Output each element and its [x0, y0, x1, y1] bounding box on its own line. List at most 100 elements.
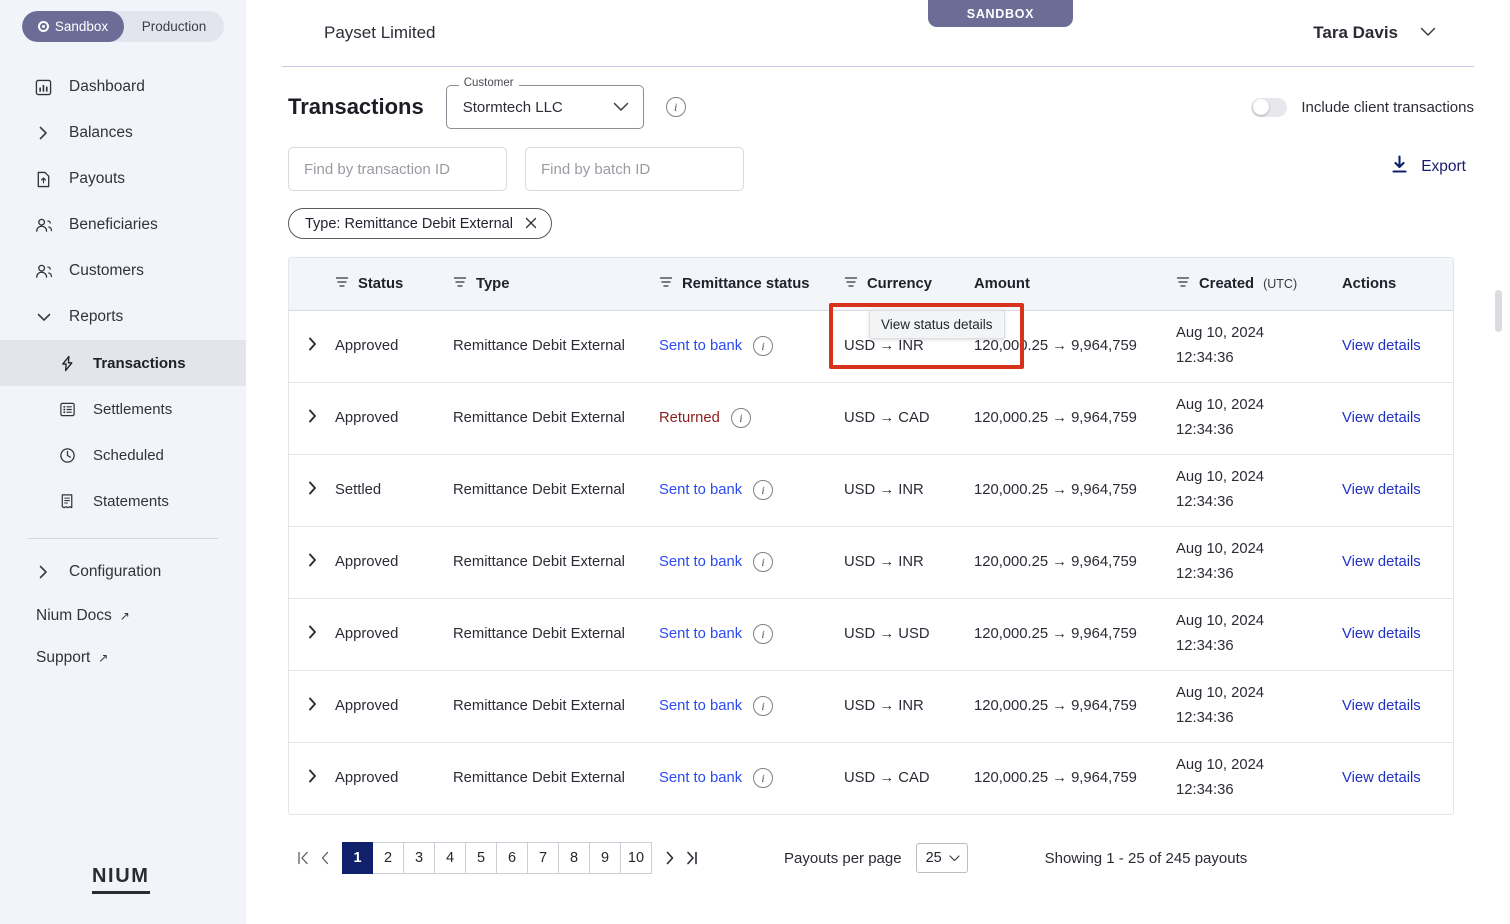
remittance-status-value[interactable]: Sent to bank	[659, 626, 742, 642]
sidebar-item-scheduled[interactable]: Scheduled	[0, 432, 246, 478]
user-menu[interactable]: Tara Davis	[1313, 23, 1436, 43]
view-details-link[interactable]: View details	[1342, 410, 1421, 426]
remittance-status-value[interactable]: Returned	[659, 410, 720, 426]
row-expand-cell[interactable]	[289, 526, 335, 599]
customer-select[interactable]: Stormtech LLC	[445, 85, 644, 129]
remittance-status-value[interactable]: Sent to bank	[659, 770, 742, 786]
prev-page-icon[interactable]	[314, 842, 336, 874]
chevron-right-icon[interactable]	[308, 625, 317, 643]
search-batch-id-input[interactable]	[525, 147, 744, 191]
filter-chip-type[interactable]: Type: Remittance Debit External	[288, 208, 552, 239]
remittance-status-value[interactable]: Sent to bank	[659, 698, 742, 714]
sidebar-label-configuration: Configuration	[69, 563, 162, 580]
amount-value: 120,000.25 → 9,964,759	[974, 482, 1137, 498]
info-icon[interactable]: i	[665, 97, 686, 117]
status-value: Settled	[335, 482, 382, 498]
sidebar-item-transactions[interactable]: Transactions	[0, 340, 246, 386]
row-expand-cell[interactable]	[289, 382, 335, 455]
filter-icon[interactable]	[1176, 275, 1190, 293]
chevron-right-icon[interactable]	[308, 409, 317, 427]
chevron-right-icon[interactable]	[308, 337, 317, 355]
page-number-button[interactable]: 6	[497, 842, 528, 874]
view-details-link[interactable]: View details	[1342, 554, 1421, 570]
view-details-link[interactable]: View details	[1342, 770, 1421, 786]
view-details-link[interactable]: View details	[1342, 338, 1421, 354]
view-details-link[interactable]: View details	[1342, 698, 1421, 714]
page-number-button[interactable]: 5	[466, 842, 497, 874]
include-client-transactions-switch[interactable]	[1251, 97, 1288, 117]
info-icon[interactable]: i	[730, 408, 751, 428]
sidebar-item-dashboard[interactable]: Dashboard	[0, 64, 246, 110]
table-row[interactable]: Settled Remittance Debit External Sent to …	[289, 454, 1453, 527]
sidebar-item-customers[interactable]: Customers	[0, 248, 246, 294]
row-expand-cell[interactable]	[289, 670, 335, 743]
remittance-status-value[interactable]: Sent to bank	[659, 482, 742, 498]
page-number-button[interactable]: 2	[373, 842, 404, 874]
list-icon	[58, 400, 77, 419]
chevron-right-icon[interactable]	[308, 697, 317, 715]
sidebar-item-settlements[interactable]: Settlements	[0, 386, 246, 432]
table-row[interactable]: Approved Remittance Debit External Sent to…	[289, 598, 1453, 671]
remittance-status-value[interactable]: Sent to bank	[659, 338, 742, 354]
th-created[interactable]: Created (UTC)	[1176, 258, 1342, 311]
sidebar-item-statements[interactable]: Statements	[0, 478, 246, 524]
page-number-button[interactable]: 8	[559, 842, 590, 874]
th-currency[interactable]: Currency	[844, 258, 974, 311]
per-page-select[interactable]: 25	[915, 843, 968, 873]
next-page-icon[interactable]	[658, 842, 680, 874]
th-remittance-status[interactable]: Remittance status	[659, 258, 844, 311]
page-number-button[interactable]: 4	[435, 842, 466, 874]
row-expand-cell[interactable]	[289, 454, 335, 527]
th-type[interactable]: Type	[453, 258, 659, 311]
filter-icon[interactable]	[844, 275, 858, 293]
page-number-button[interactable]: 9	[590, 842, 621, 874]
page-number-button[interactable]: 10	[621, 842, 652, 874]
remittance-status-value[interactable]: Sent to bank	[659, 554, 742, 570]
info-icon[interactable]: i	[753, 336, 774, 356]
row-expand-cell[interactable]	[289, 310, 335, 383]
sidebar-item-reports[interactable]: Reports	[0, 294, 246, 340]
table-row[interactable]: Approved Remittance Debit External Returne…	[289, 382, 1453, 455]
info-icon[interactable]: i	[753, 768, 774, 789]
export-button[interactable]: Export	[1391, 155, 1466, 179]
search-transaction-id-input[interactable]	[288, 147, 507, 191]
sidebar-item-payouts[interactable]: Payouts	[0, 156, 246, 202]
page-number-button[interactable]: 1	[342, 842, 373, 874]
last-page-icon[interactable]	[680, 842, 702, 874]
filter-icon[interactable]	[335, 275, 349, 293]
created-date: Aug 10, 2024	[1176, 540, 1265, 557]
chevron-right-icon[interactable]	[308, 769, 317, 787]
sidebar-item-support[interactable]: Support ↗	[0, 637, 246, 679]
sidebar-item-configuration[interactable]: Configuration	[0, 549, 246, 595]
info-icon[interactable]: i	[753, 552, 774, 572]
table-row[interactable]: Approved Remittance Debit External Sent to…	[289, 742, 1453, 814]
info-icon[interactable]: i	[753, 696, 774, 716]
page-number-button[interactable]: 3	[404, 842, 435, 874]
sidebar-item-balances[interactable]: Balances	[0, 110, 246, 156]
chevron-right-icon[interactable]	[308, 481, 317, 499]
page-scrollbar[interactable]	[1495, 290, 1502, 332]
chevron-down-icon	[948, 850, 960, 866]
sidebar-item-nium-docs[interactable]: Nium Docs ↗	[0, 595, 246, 637]
chevron-down-icon	[1420, 24, 1436, 42]
row-expand-cell[interactable]	[289, 742, 335, 814]
page-number-button[interactable]: 7	[528, 842, 559, 874]
env-production-button[interactable]: Production	[124, 11, 224, 42]
scrollbar-thumb[interactable]	[1495, 290, 1502, 332]
env-sandbox-button[interactable]: Sandbox	[22, 11, 124, 42]
view-details-link[interactable]: View details	[1342, 626, 1421, 642]
close-icon[interactable]	[525, 216, 537, 232]
filter-icon[interactable]	[659, 275, 673, 293]
row-expand-cell[interactable]	[289, 598, 335, 671]
chevron-right-icon[interactable]	[308, 553, 317, 571]
environment-toggle[interactable]: Sandbox Production	[22, 11, 224, 42]
info-icon[interactable]: i	[753, 480, 774, 500]
table-row[interactable]: Approved Remittance Debit External Sent to…	[289, 526, 1453, 599]
view-details-link[interactable]: View details	[1342, 482, 1421, 498]
th-status[interactable]: Status	[335, 258, 453, 311]
info-icon[interactable]: i	[753, 624, 774, 644]
sidebar-item-beneficiaries[interactable]: Beneficiaries	[0, 202, 246, 248]
first-page-icon[interactable]	[292, 842, 314, 874]
filter-icon[interactable]	[453, 275, 467, 293]
table-row[interactable]: Approved Remittance Debit External Sent to…	[289, 670, 1453, 743]
